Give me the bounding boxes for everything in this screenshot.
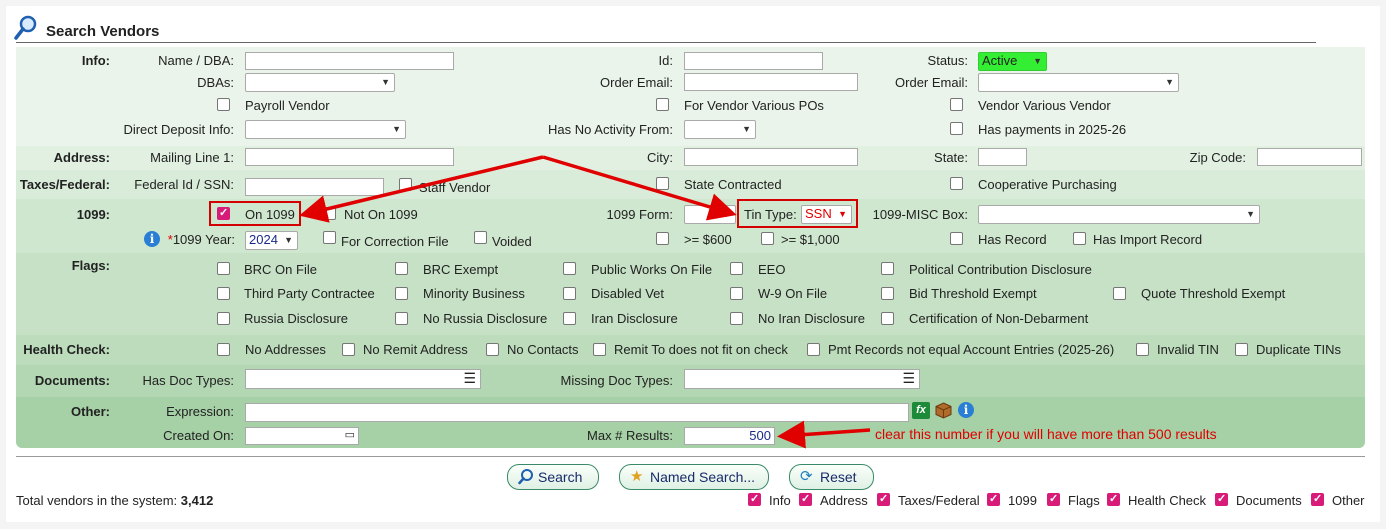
named-search-button[interactable]: ★ Named Search... bbox=[619, 464, 769, 490]
star-search-icon: ★ bbox=[630, 468, 644, 485]
toggle-label: Other bbox=[1332, 493, 1365, 508]
toggle-health-checkbox[interactable] bbox=[1107, 492, 1120, 506]
toggle-taxes-checkbox[interactable] bbox=[877, 492, 890, 506]
toggle-label: Taxes/Federal bbox=[898, 493, 980, 508]
reset-button-label: Reset bbox=[820, 469, 857, 485]
arrow-to-max-results bbox=[777, 420, 871, 449]
named-search-button-label: Named Search... bbox=[650, 469, 756, 485]
refresh-icon: ⟳ bbox=[800, 468, 813, 485]
toggle-label: Info bbox=[769, 493, 791, 508]
search-button-label: Search bbox=[538, 469, 583, 485]
toggle-documents-checkbox[interactable] bbox=[1215, 492, 1228, 506]
arrow-to-tin-type bbox=[542, 155, 737, 221]
toggle-1099-checkbox[interactable] bbox=[987, 492, 1000, 506]
toggle-label: Documents bbox=[1236, 493, 1302, 508]
toggle-address-checkbox[interactable] bbox=[799, 492, 812, 506]
toggle-flags-checkbox[interactable] bbox=[1047, 492, 1060, 506]
search-button[interactable]: Search bbox=[507, 464, 599, 490]
toggle-info-checkbox[interactable] bbox=[748, 492, 761, 506]
total-vendors: Total vendors in the system: 3,412 bbox=[16, 493, 213, 508]
total-vendors-value: 3,412 bbox=[180, 493, 214, 508]
annotation-arrows bbox=[299, 155, 871, 449]
toggle-label: 1099 bbox=[1008, 493, 1037, 508]
toggle-other-checkbox[interactable] bbox=[1311, 492, 1324, 506]
toggle-label: Address bbox=[820, 493, 868, 508]
reset-button[interactable]: ⟳ Reset bbox=[789, 464, 874, 490]
search-icon bbox=[518, 465, 534, 497]
bottom-divider bbox=[16, 456, 1365, 457]
arrow-to-on-1099 bbox=[299, 155, 544, 223]
total-vendors-label: Total vendors in the system: bbox=[16, 493, 178, 508]
toggle-label: Flags bbox=[1068, 493, 1100, 508]
toggle-label: Health Check bbox=[1128, 493, 1207, 508]
